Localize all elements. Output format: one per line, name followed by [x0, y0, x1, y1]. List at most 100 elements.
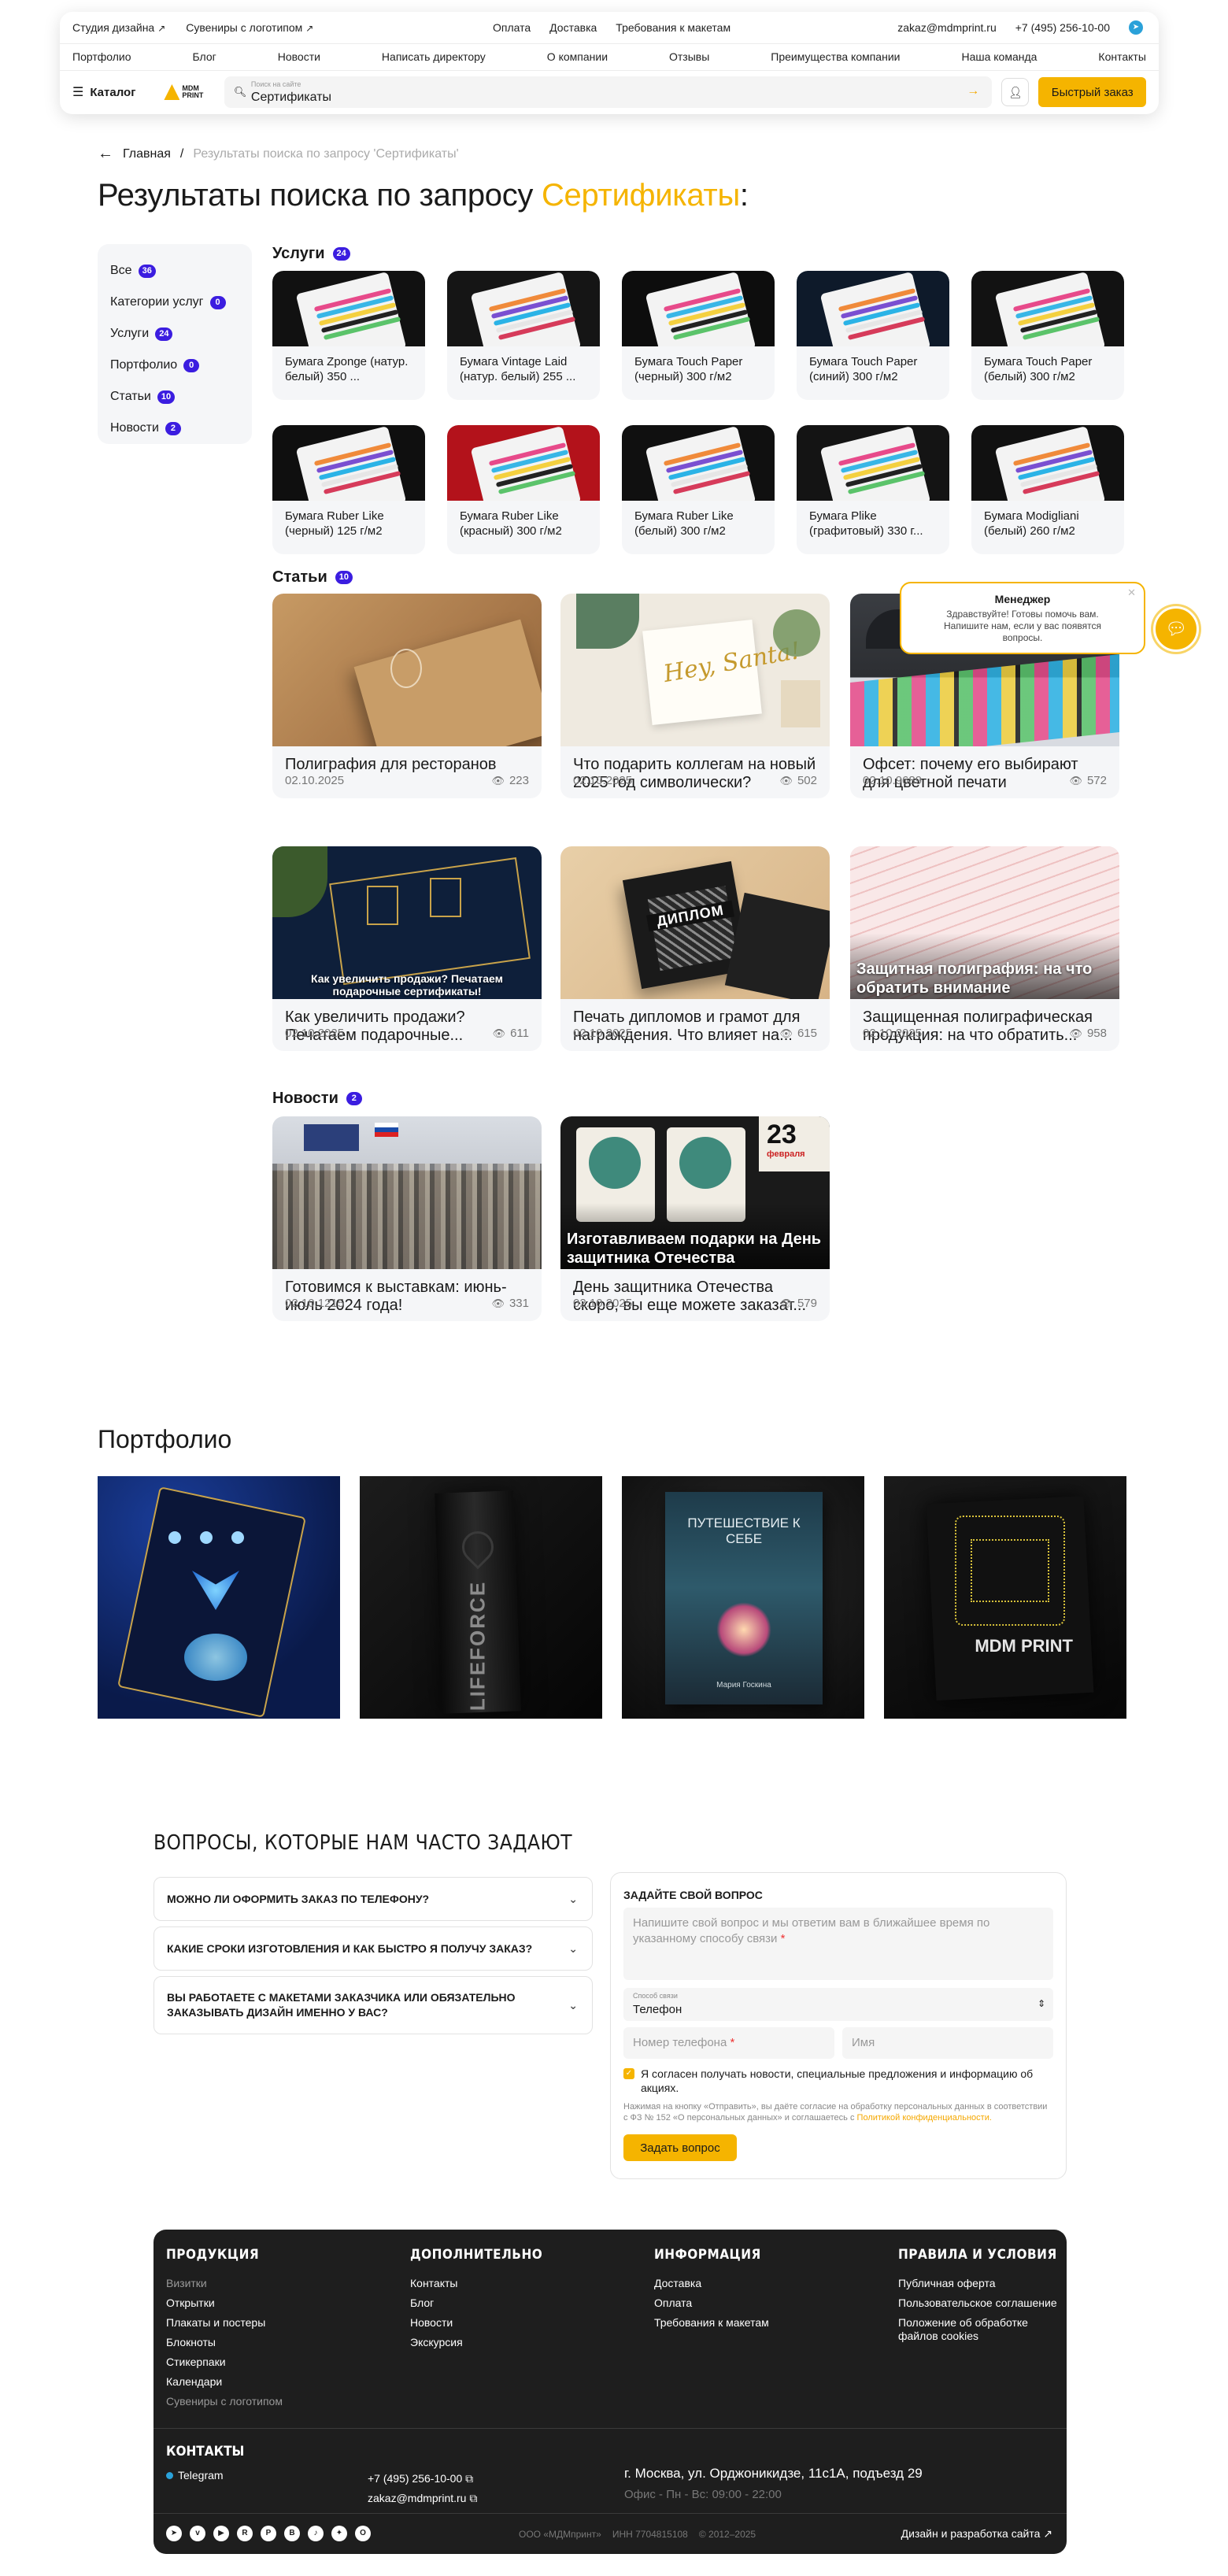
consent-checkbox[interactable]: ✓ Я согласен получать новости, специальны…	[623, 2067, 1053, 2095]
service-card[interactable]: Бумага Zponge (натур. белый) 350 ...	[272, 271, 425, 400]
footer-link[interactable]: Визитки	[166, 2274, 283, 2293]
link-design-studio[interactable]: Студия дизайна ↗	[72, 21, 165, 34]
news-card[interactable]: 23 февраля Изготавливаем подарки на День…	[560, 1116, 830, 1321]
service-card[interactable]: Бумага Ruber Like (белый) 300 г/м2	[622, 425, 775, 554]
tiktok-icon[interactable]: ♪	[308, 2526, 324, 2541]
filter-categories[interactable]: Категории услуг 0	[110, 287, 239, 318]
filter-all[interactable]: Все 36	[110, 255, 239, 287]
filter-portfolio[interactable]: Портфолио 0	[110, 350, 239, 381]
youtube-icon[interactable]: ▶	[213, 2526, 229, 2541]
portfolio-item-mdm-notebook[interactable]: MDM PRINT	[884, 1476, 1126, 1719]
close-icon[interactable]: ✕	[1127, 587, 1136, 599]
faq-question[interactable]: ВЫ РАБОТАЕТЕ С МАКЕТАМИ ЗАКАЗЧИКА ИЛИ ОБ…	[154, 1976, 593, 2034]
arrow-left-icon[interactable]: ←	[98, 145, 113, 163]
nav-blog[interactable]: Блог	[193, 50, 216, 63]
developer-link[interactable]: Дизайн и разработка сайта ↗	[901, 2527, 1052, 2541]
copy-icon[interactable]: ⧉	[469, 2492, 477, 2504]
vk-icon[interactable]: v	[190, 2526, 205, 2541]
footer-link[interactable]: Требования к макетам	[654, 2313, 769, 2333]
footer-link[interactable]: Открытки	[166, 2293, 283, 2313]
rutube-icon[interactable]: R	[237, 2526, 253, 2541]
footer-link[interactable]: Контакты	[410, 2274, 542, 2293]
article-card[interactable]: ДИПЛОМ Печать дипломов и грамот для нагр…	[560, 846, 830, 1051]
filter-articles[interactable]: Статьи 10	[110, 381, 239, 413]
service-card[interactable]: Бумага Vintage Laid (натур. белый) 255 .…	[447, 271, 600, 400]
footer-link[interactable]: Блог	[410, 2293, 542, 2313]
faq-question[interactable]: МОЖНО ЛИ ОФОРМИТЬ ЗАКАЗ ПО ТЕЛЕФОНУ? ⌄	[154, 1877, 593, 1921]
privacy-policy-link[interactable]: Политикой конфиденциальности.	[857, 2113, 992, 2123]
user-icon[interactable]: 👤︎	[1001, 78, 1030, 106]
footer-telegram-link[interactable]: Telegram	[166, 2469, 224, 2482]
service-card[interactable]: Бумага Touch Paper (белый) 300 г/м2	[971, 271, 1124, 400]
pinterest-icon[interactable]: P	[261, 2526, 276, 2541]
portfolio-item-tarot[interactable]	[98, 1476, 340, 1719]
footer-link[interactable]: Доставка	[654, 2274, 769, 2293]
catalog-button[interactable]: ☰ Каталог	[72, 84, 153, 100]
footer-email[interactable]: zakaz@mdmprint.ru ⧉	[368, 2489, 477, 2508]
portfolio-item-lifeforce[interactable]: LIFEFORCE	[360, 1476, 602, 1719]
link-souvenirs[interactable]: Сувениры с логотипом ↗	[186, 21, 313, 34]
search-input[interactable]: 🔍︎ Поиск на сайте Сертификаты →	[224, 76, 993, 108]
service-card[interactable]: Бумага Ruber Like (красный) 300 г/м2	[447, 425, 600, 554]
footer-link[interactable]: Сувениры с логотипом	[166, 2392, 283, 2411]
footer-phone[interactable]: +7 (495) 256-10-00 ⧉	[368, 2469, 477, 2489]
ok-icon[interactable]: O	[355, 2526, 371, 2541]
footer-link[interactable]: Блокноты	[166, 2333, 283, 2352]
link-payment[interactable]: Оплата	[493, 21, 531, 34]
arrow-right-icon[interactable]: →	[967, 84, 979, 98]
nav-reviews[interactable]: Отзывы	[669, 50, 709, 63]
question-textarea[interactable]: Напишите свой вопрос и мы ответим вам в …	[623, 1908, 1053, 1980]
footer-link[interactable]: Экскурсия	[410, 2333, 542, 2352]
fast-order-button[interactable]: Быстрый заказ	[1038, 77, 1146, 107]
article-image-caption: Как увеличить продажи? Печатаем подарочн…	[310, 972, 503, 997]
nav-advantages[interactable]: Преимущества компании	[771, 50, 900, 63]
service-card[interactable]: Бумага Modigliani (белый) 260 г/м2	[971, 425, 1124, 554]
behance-icon[interactable]: B	[284, 2526, 300, 2541]
phone-field[interactable]: Номер телефона *	[623, 2027, 834, 2059]
nav-news[interactable]: Новости	[278, 50, 320, 63]
header-email[interactable]: zakaz@mdmprint.ru	[897, 21, 996, 34]
service-card[interactable]: Бумага Plike (графитовый) 330 г...	[797, 425, 949, 554]
nav-write-director[interactable]: Написать директору	[382, 50, 486, 63]
filter-news[interactable]: Новости 2	[110, 413, 239, 444]
footer-link[interactable]: Пользовательское соглашение	[898, 2293, 1063, 2313]
count-badge: 24	[332, 247, 350, 261]
nav-contacts[interactable]: Контакты	[1098, 50, 1145, 63]
contact-method-select[interactable]: Способ связи Телефон ⇕	[623, 1988, 1053, 2021]
footer-link[interactable]: Публичная оферта	[898, 2274, 1063, 2293]
breadcrumb-home[interactable]: Главная	[123, 147, 171, 161]
footer-link[interactable]: Новости	[410, 2313, 542, 2333]
footer-col-rules: ПРАВИЛА И УСЛОВИЯ Публичная оферта Польз…	[898, 2247, 1063, 2343]
service-card[interactable]: Бумага Touch Paper (синий) 300 г/м2	[797, 271, 949, 400]
article-card[interactable]: Защитная полиграфия: на что обратить вни…	[850, 846, 1119, 1051]
site-logo[interactable]: MDM PRINT	[164, 83, 210, 102]
telegram-icon[interactable]: ➤	[1129, 20, 1143, 35]
news-card[interactable]: Готовимся к выставкам: июнь-июль 2024 го…	[272, 1116, 542, 1321]
dzen-icon[interactable]: ✦	[331, 2526, 347, 2541]
nav-about[interactable]: О компании	[547, 50, 608, 63]
footer-link[interactable]: Оплата	[654, 2293, 769, 2313]
link-requirements[interactable]: Требования к макетам	[616, 21, 731, 34]
faq-question[interactable]: КАКИЕ СРОКИ ИЗГОТОВЛЕНИЯ И КАК БЫСТРО Я …	[154, 1926, 593, 1971]
footer-link[interactable]: Положение об обработке файлов cookies	[898, 2316, 1063, 2343]
link-delivery[interactable]: Доставка	[549, 21, 597, 34]
article-card[interactable]: Hey, Santa! Что подарить коллегам на нов…	[560, 594, 830, 798]
copy-icon[interactable]: ⧉	[465, 2472, 473, 2485]
portfolio-item-book[interactable]: ПУТЕШЕСТВИЕ К СЕБЕ Мария Госкина	[622, 1476, 864, 1719]
article-card[interactable]: Полиграфия для ресторанов 02.10.2025 👁︎ 22…	[272, 594, 542, 798]
telegram-icon[interactable]: ➤	[166, 2526, 182, 2541]
service-card[interactable]: Бумага Ruber Like (черный) 125 г/м2	[272, 425, 425, 554]
manager-chat-bubble[interactable]: ✕ Менеджер Здравствуйте! Готовы помочь в…	[900, 582, 1145, 654]
name-field[interactable]: Имя	[842, 2027, 1053, 2059]
nav-portfolio[interactable]: Портфолио	[72, 50, 131, 63]
filter-services[interactable]: Услуги 24	[110, 318, 239, 350]
nav-team[interactable]: Наша команда	[961, 50, 1037, 63]
service-card[interactable]: Бумага Touch Paper (черный) 300 г/м2	[622, 271, 775, 400]
header-phone[interactable]: +7 (495) 256-10-00	[1015, 21, 1110, 34]
article-card[interactable]: Как увеличить продажи? Печатаем подарочн…	[272, 846, 542, 1051]
chat-button[interactable]: 💬︎	[1153, 606, 1199, 652]
footer-link[interactable]: Календари	[166, 2372, 283, 2392]
footer-link[interactable]: Плакаты и постеры	[166, 2313, 283, 2333]
footer-link[interactable]: Стикерпаки	[166, 2352, 283, 2372]
submit-question-button[interactable]: Задать вопрос	[623, 2134, 737, 2161]
